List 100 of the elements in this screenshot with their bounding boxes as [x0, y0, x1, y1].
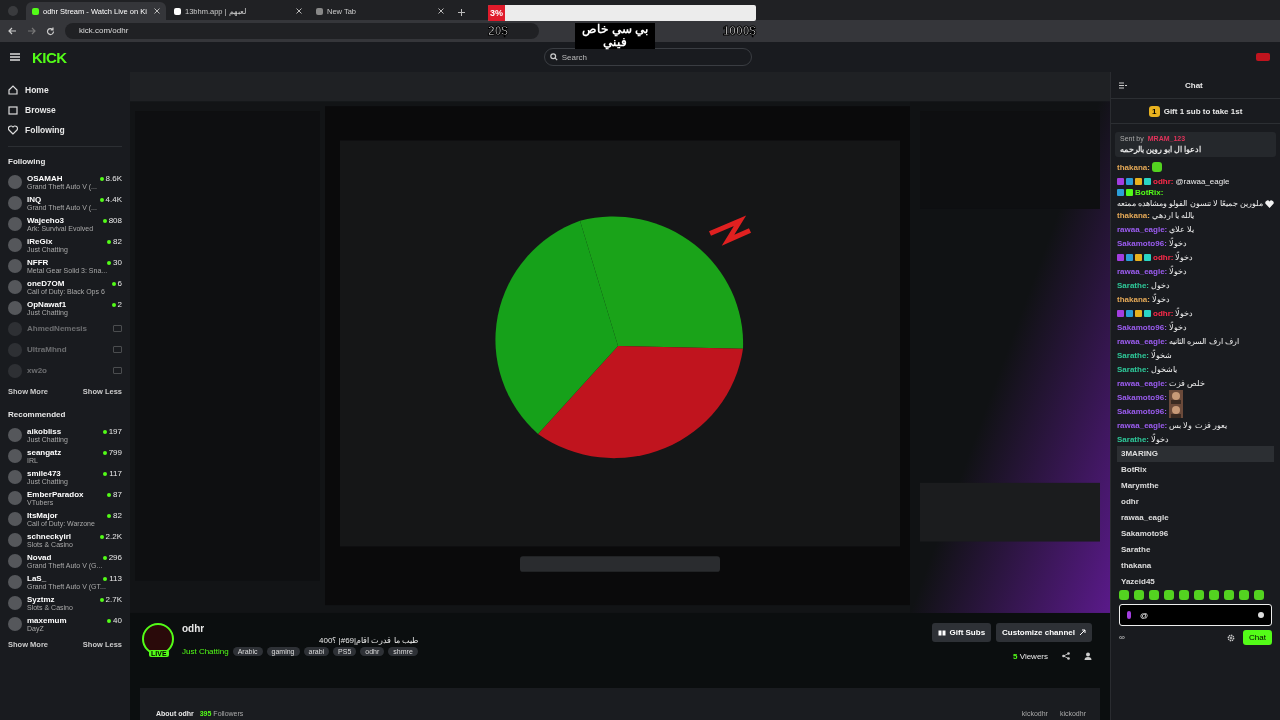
username[interactable]: thakana:	[1117, 162, 1150, 172]
back-icon[interactable]	[8, 27, 17, 35]
external-link-icon	[1079, 628, 1086, 636]
username[interactable]: Sakamoto96:	[1117, 238, 1167, 248]
favicon-icon	[32, 7, 39, 15]
goal-percent: 3%	[488, 5, 505, 21]
avatar-icon	[8, 616, 22, 631]
section-title: Recommended	[8, 410, 67, 419]
home-icon	[8, 85, 18, 95]
message-text: دخولًا	[1168, 322, 1187, 332]
mention-suggestion[interactable]: thakana	[1117, 558, 1274, 574]
gift-icon	[937, 628, 946, 637]
avatar-icon	[8, 574, 22, 589]
emoji-icon[interactable]	[1258, 612, 1264, 618]
mention-suggestion[interactable]: Sarathe	[1117, 542, 1274, 558]
gift-subs-button[interactable]: Gift Subs	[931, 622, 992, 642]
points-counter[interactable]: ∞	[1119, 633, 1125, 642]
offline-icon	[113, 367, 122, 374]
menu-icon[interactable]	[10, 53, 20, 61]
stream-title: طيب ما قدرت اقام|69#| ؟400	[318, 635, 418, 645]
username[interactable]: rawaa_eagle:	[1117, 224, 1168, 234]
new-tab-icon[interactable]	[458, 9, 465, 16]
username[interactable]: odhr:	[1153, 252, 1174, 262]
offline-icon	[113, 325, 122, 332]
customize-channel-button[interactable]: Customize channel	[996, 622, 1092, 642]
microphone-badge-icon	[1127, 611, 1131, 619]
message-text: ارف ارف السره الثانيه	[1169, 336, 1239, 346]
username[interactable]: rawaa_eagle:	[1117, 420, 1168, 430]
avatar-icon	[8, 553, 22, 568]
share-icon[interactable]	[1062, 652, 1070, 661]
close-icon[interactable]	[154, 8, 160, 14]
offline-icon	[113, 346, 122, 353]
username[interactable]: Sarathe:	[1117, 364, 1149, 374]
close-icon[interactable]	[296, 8, 302, 14]
avatar-icon	[8, 258, 22, 273]
message-text: يلا علاي	[1169, 224, 1195, 234]
username[interactable]: rawaa_eagle:	[1117, 266, 1168, 276]
kick-logo[interactable]: KICK	[32, 48, 67, 66]
category-link[interactable]: Just Chatting	[182, 646, 229, 656]
viewer-count: 5 Viewers	[1013, 651, 1048, 661]
mention-suggestion[interactable]: rawaa_eagle	[1117, 510, 1274, 526]
message-text: دخولًا	[1151, 294, 1170, 304]
mention-suggestion[interactable]: Yazeid45	[1117, 574, 1274, 590]
chat-input[interactable]: @	[1119, 604, 1272, 626]
mention-suggestion[interactable]: Sakamoto96	[1117, 526, 1274, 542]
mention-suggestion[interactable]: odhr	[1117, 494, 1274, 510]
username[interactable]: Sarathe:	[1117, 280, 1149, 290]
goal-text: Gift 1 sub to take 1st	[1163, 106, 1243, 116]
username[interactable]: BotRix:	[1135, 188, 1164, 197]
message-text: دخولًا	[1175, 252, 1194, 262]
mention-suggestion[interactable]: BotRix	[1117, 462, 1274, 478]
user-icon[interactable]	[1084, 652, 1092, 661]
username[interactable]: Sakamoto96:	[1117, 322, 1167, 332]
message-text: ملورين جميعًا لا تنسون الفولو ومشاهده ممتعه	[1117, 199, 1264, 208]
goal-min: 20$	[488, 24, 509, 38]
avatar-icon	[8, 448, 22, 463]
reload-icon[interactable]	[46, 26, 55, 36]
avatar-icon	[8, 595, 22, 610]
username[interactable]: Sarathe:	[1117, 434, 1149, 444]
nav-link[interactable]: Home	[8, 80, 122, 100]
message-text: @rawaa_eagle	[1175, 176, 1230, 186]
message-text: دخولًا	[1175, 308, 1194, 318]
avatar-icon	[8, 427, 22, 442]
avatar-icon	[8, 469, 22, 484]
avatar-icon	[8, 195, 22, 210]
username[interactable]: Sakamoto96:	[1117, 406, 1167, 416]
close-icon[interactable]	[438, 8, 444, 14]
chat-title: Chat	[1185, 80, 1203, 90]
nav-link[interactable]: Browse	[8, 100, 122, 120]
username[interactable]: thakana:	[1117, 294, 1150, 304]
nav-link[interactable]: Following	[8, 120, 122, 140]
heart-icon	[8, 125, 18, 135]
forward-icon[interactable]	[27, 27, 36, 35]
message-text: يعور فزت ولا بس	[1169, 420, 1227, 430]
goal-caption: بي سي خاص فيني	[575, 23, 656, 50]
username[interactable]: rawaa_eagle:	[1117, 336, 1168, 346]
message-text: خلص فزت	[1169, 378, 1206, 388]
goal-badge: 1	[1148, 105, 1160, 117]
avatar-icon	[8, 174, 22, 189]
favicon-icon	[174, 7, 181, 15]
mention-suggestion[interactable]: 3MARING	[1117, 446, 1274, 462]
avatar-icon	[8, 532, 22, 547]
username[interactable]: Sakamoto96:	[1117, 392, 1167, 402]
goal-max: 1000$	[722, 24, 756, 38]
username[interactable]: rawaa_eagle:	[1117, 378, 1168, 388]
username[interactable]: thakana:	[1117, 210, 1150, 220]
favicon-icon	[316, 7, 323, 15]
username[interactable]: odhr:	[1153, 176, 1174, 186]
emote-icon	[1151, 162, 1162, 172]
channel-name[interactable]: odhr	[182, 622, 418, 634]
collapse-icon[interactable]	[1119, 81, 1127, 89]
username[interactable]: odhr:	[1153, 308, 1174, 318]
message-text: يالله يا اردهي	[1151, 210, 1195, 220]
message-text: شخولًا	[1151, 350, 1172, 360]
send-chat-button[interactable]: Chat	[1243, 630, 1272, 645]
message-text: ياشخول	[1151, 364, 1177, 374]
message-text: دخولًا	[1168, 238, 1187, 248]
mention-suggestion[interactable]: Marymthe	[1117, 478, 1274, 494]
username[interactable]: Sarathe:	[1117, 350, 1149, 360]
settings-icon[interactable]	[1227, 633, 1236, 642]
